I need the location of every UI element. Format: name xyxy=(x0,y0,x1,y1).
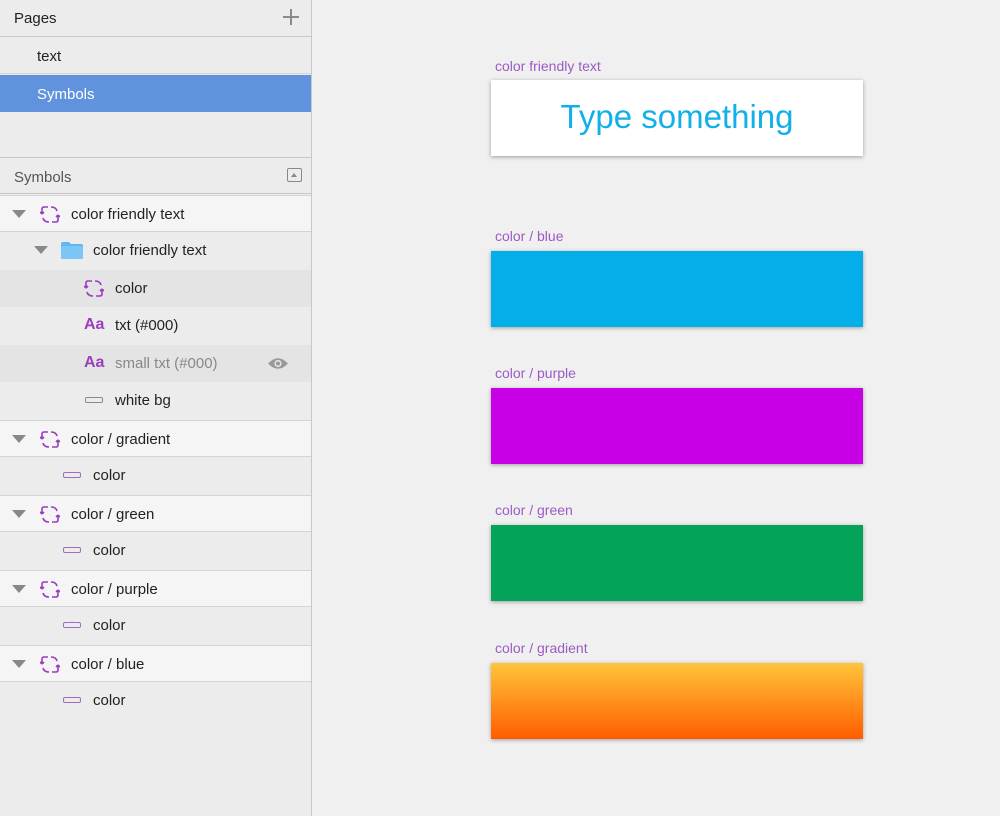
artboard-label[interactable]: color / gradient xyxy=(495,640,588,656)
rectangle-icon xyxy=(63,697,81,703)
symbol-icon xyxy=(40,581,60,598)
layer-label: color friendly text xyxy=(93,242,207,259)
page-item-label: text xyxy=(37,48,62,65)
layer-row[interactable]: color friendly text xyxy=(0,232,311,269)
layer-label: color / gradient xyxy=(71,431,171,448)
artboard-label[interactable]: color friendly text xyxy=(495,58,601,74)
layer-label: txt (#000) xyxy=(115,317,179,334)
artboard-color-gradient[interactable] xyxy=(491,663,863,739)
symbol-icon xyxy=(40,431,60,448)
layer-row[interactable]: color xyxy=(0,270,311,307)
rectangle-icon xyxy=(63,472,81,478)
text-layer-icon: Aa xyxy=(84,354,105,371)
layer-label: color / blue xyxy=(71,656,145,673)
layer-label: color friendly text xyxy=(71,206,185,223)
symbols-header: Symbols xyxy=(0,157,311,194)
layer-row[interactable]: color / gradient xyxy=(0,420,311,457)
layer-label: color xyxy=(93,617,126,634)
symbol-icon xyxy=(84,280,104,297)
layer-row[interactable]: color xyxy=(0,682,311,719)
layer-row[interactable]: Aa small txt (#000) xyxy=(0,345,311,382)
layer-row[interactable]: color xyxy=(0,532,311,569)
layers-sidebar: Pages text Symbols Symbols color friendl… xyxy=(0,0,312,816)
disclosure-triangle-icon[interactable] xyxy=(12,510,26,518)
layer-row[interactable]: color xyxy=(0,457,311,494)
text-layer-icon: Aa xyxy=(84,316,105,333)
symbol-icon xyxy=(40,656,60,673)
artboard-label[interactable]: color / green xyxy=(495,502,573,518)
symbols-title: Symbols xyxy=(14,169,72,186)
pages-title: Pages xyxy=(14,10,57,27)
symbol-icon xyxy=(40,506,60,523)
plus-icon[interactable] xyxy=(281,7,301,27)
layer-label: color / green xyxy=(71,506,155,523)
collapse-icon[interactable] xyxy=(287,168,302,182)
artboard-color-green[interactable] xyxy=(491,525,863,601)
layer-row[interactable]: color / green xyxy=(0,495,311,532)
artboard-color-blue[interactable] xyxy=(491,251,863,327)
layer-row[interactable]: color xyxy=(0,607,311,644)
artboard-placeholder-text[interactable]: Type something xyxy=(491,98,863,136)
layer-label: color / purple xyxy=(71,581,158,598)
layer-label: color xyxy=(115,280,148,297)
layer-row[interactable]: color / purple xyxy=(0,570,311,607)
pages-header: Pages xyxy=(0,0,311,37)
artboard-label[interactable]: color / purple xyxy=(495,365,576,381)
page-item-symbols[interactable]: Symbols xyxy=(0,75,311,112)
layer-row[interactable]: color / blue xyxy=(0,645,311,682)
layer-label: color xyxy=(93,692,126,709)
layer-row[interactable]: Aa txt (#000) xyxy=(0,307,311,344)
rectangle-icon xyxy=(63,547,81,553)
artboard-color-friendly-text[interactable]: Type something xyxy=(491,80,863,156)
rectangle-icon xyxy=(85,397,103,403)
artboard-label[interactable]: color / blue xyxy=(495,228,563,244)
page-item-label: Symbols xyxy=(37,86,95,103)
disclosure-triangle-icon[interactable] xyxy=(12,660,26,668)
disclosure-triangle-icon[interactable] xyxy=(12,435,26,443)
disclosure-triangle-icon[interactable] xyxy=(12,585,26,593)
layer-label: small txt (#000) xyxy=(115,355,218,372)
layer-label: color xyxy=(93,467,126,484)
artboard-color-purple[interactable] xyxy=(491,388,863,464)
folder-icon xyxy=(61,242,83,259)
disclosure-triangle-icon[interactable] xyxy=(12,210,26,218)
symbol-icon xyxy=(40,206,60,223)
page-item-text[interactable]: text xyxy=(0,37,311,74)
layer-row[interactable]: white bg xyxy=(0,382,311,419)
disclosure-triangle-icon[interactable] xyxy=(34,246,48,254)
layer-label: color xyxy=(93,542,126,559)
layer-row[interactable]: color friendly text xyxy=(0,195,311,232)
eye-icon[interactable] xyxy=(267,356,289,371)
rectangle-icon xyxy=(63,622,81,628)
layer-label: white bg xyxy=(115,392,171,409)
